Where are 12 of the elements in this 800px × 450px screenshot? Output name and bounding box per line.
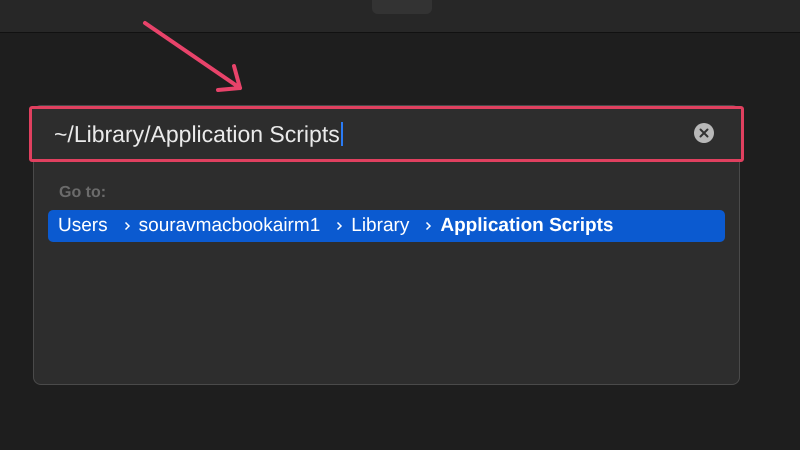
path-field[interactable]: ~/Library/Application Scripts bbox=[32, 109, 741, 159]
path-suggestion[interactable]: Users souravmacbookairm1 Library Application Scripts bbox=[48, 210, 725, 242]
chevron-icon bbox=[336, 221, 344, 231]
text-cursor bbox=[340, 122, 343, 146]
chevron-icon bbox=[124, 221, 131, 231]
folder-name: souravmacbookairm1 bbox=[138, 215, 320, 237]
folder-name: Users bbox=[58, 215, 108, 237]
section-label: Go to: bbox=[59, 184, 108, 202]
chevron-icon bbox=[425, 221, 432, 231]
folder-name: Application Scripts bbox=[440, 215, 614, 237]
folder-name: Library bbox=[351, 215, 410, 237]
clear-icon[interactable] bbox=[693, 122, 715, 144]
